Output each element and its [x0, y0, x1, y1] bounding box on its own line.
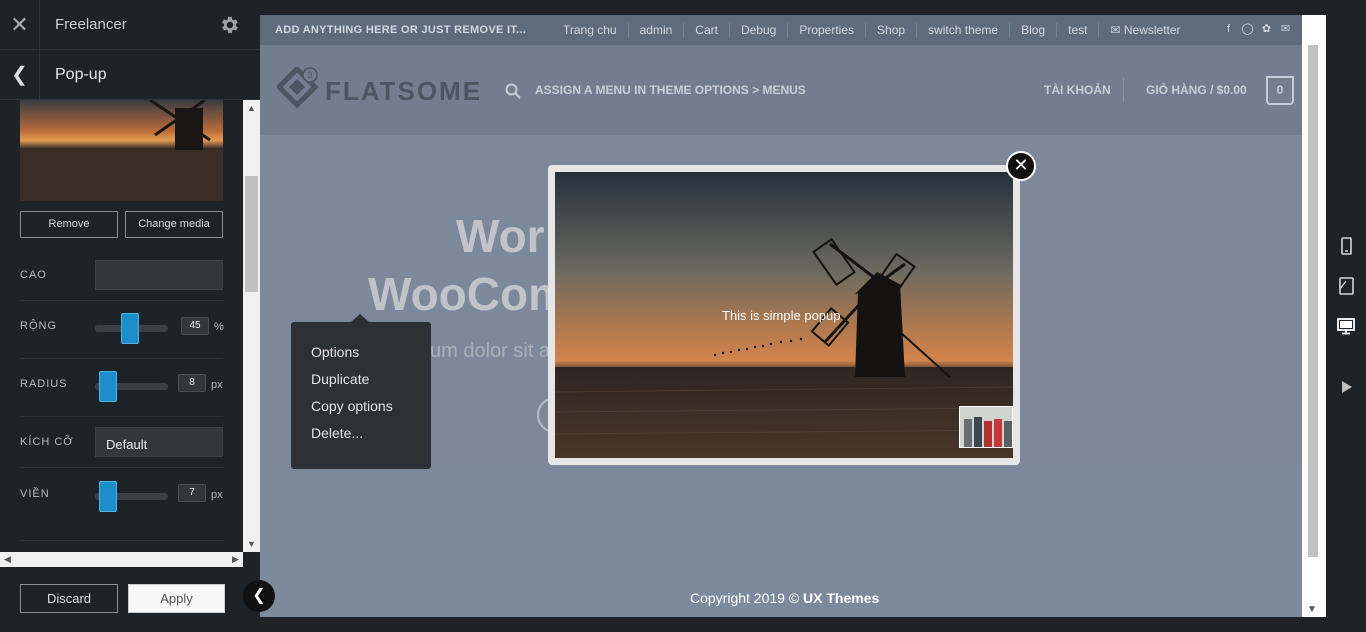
scrollbar-thumb[interactable] [1308, 45, 1318, 557]
copyright: Copyright 2019 © UX Themes [690, 590, 879, 606]
envelope-icon: ✉ [1110, 23, 1124, 37]
panel-horizontal-scrollbar[interactable]: ◀ ▶ [0, 552, 243, 567]
back-icon[interactable]: ❮ [0, 50, 40, 100]
copyright-brand[interactable]: UX Themes [803, 590, 879, 606]
nav-item[interactable]: Debug [730, 23, 789, 37]
cao-label: CAO [20, 269, 47, 281]
hero-subtitle: sum dolor sit a [420, 340, 551, 362]
menu-item-duplicate[interactable]: Duplicate [291, 372, 431, 399]
nav-item[interactable]: Shop [866, 23, 918, 37]
nav-label: Newsletter [1123, 23, 1181, 37]
menu-item-delete[interactable]: Delete... [291, 426, 431, 453]
apply-button[interactable]: Apply [128, 584, 225, 613]
kichco-select[interactable]: Default [95, 427, 223, 457]
scroll-left-icon[interactable]: ◀ [0, 552, 15, 567]
email-icon[interactable]: ✉ [1279, 23, 1292, 36]
vien-slider-handle[interactable] [99, 481, 117, 512]
popup-close-icon[interactable]: ✕ [1006, 151, 1036, 181]
kichco-label: KÍCH CỠ [20, 436, 74, 448]
change-media-button[interactable]: Change media [125, 211, 223, 238]
photo-thumbnail [959, 406, 1013, 448]
device-toolbar [1326, 0, 1366, 632]
builder-panel: ✕ Freelancer ❮ Pop-up Remove Change medi… [0, 0, 260, 632]
vien-unit: px [211, 489, 223, 501]
rong-slider-handle[interactable] [121, 313, 139, 344]
radius-slider-handle[interactable] [99, 371, 117, 402]
app-title: Freelancer [55, 16, 127, 33]
rong-value[interactable]: 45 [181, 317, 209, 335]
copyright-prefix: Copyright 2019 © [690, 590, 800, 606]
cao-input[interactable] [95, 260, 223, 290]
popup-text: This is simple popup [722, 308, 841, 323]
scroll-right-icon[interactable]: ▶ [228, 552, 243, 567]
desktop-icon[interactable] [1337, 317, 1355, 335]
radius-unit: px [211, 379, 223, 391]
logo[interactable]: 3 FLATSOME [275, 65, 480, 111]
gear-icon[interactable] [218, 14, 240, 36]
nav-item[interactable]: Trang chu [555, 23, 629, 37]
context-menu: Options Duplicate Copy options Delete... [291, 314, 431, 469]
nav-item[interactable]: Cart [684, 23, 730, 37]
nav-item[interactable]: switch theme [917, 23, 1011, 37]
play-icon[interactable] [1337, 378, 1355, 396]
collapse-panel-icon[interactable]: ❮ [243, 580, 275, 612]
panel-subheader: ❮ Pop-up [0, 50, 260, 100]
nav-item-newsletter[interactable]: ✉ Newsletter [1099, 23, 1191, 37]
scroll-down-icon[interactable]: ▼ [1307, 604, 1317, 615]
popup-modal[interactable]: This is simple popup [548, 165, 1020, 465]
promo-text: ADD ANYTHING HERE OR JUST REMOVE IT... [275, 24, 527, 36]
close-icon[interactable]: ✕ [0, 0, 40, 50]
popup-image: This is simple popup [555, 172, 1013, 458]
social-icons: f ◯ ✿ ✉ [1222, 23, 1292, 36]
twitter-icon[interactable]: ✿ [1260, 23, 1273, 36]
remove-button[interactable]: Remove [20, 211, 118, 238]
media-preview [20, 100, 223, 201]
vien-label: VIỀN [20, 488, 50, 500]
divider [20, 540, 223, 541]
facebook-icon[interactable]: f [1222, 23, 1235, 36]
nav-item[interactable]: test [1057, 23, 1100, 37]
divider [1123, 78, 1124, 102]
divider [20, 467, 223, 468]
nav-item[interactable]: admin [629, 23, 685, 37]
panel-vertical-scrollbar[interactable]: ▲ ▼ [243, 100, 260, 552]
logo-badge: 3 [307, 70, 312, 80]
panel-header: ✕ Freelancer [0, 0, 260, 50]
site-header: 3 FLATSOME ASSIGN A MENU IN THEME OPTION… [260, 45, 1302, 135]
account-link[interactable]: TÀI KHOẢN [1044, 83, 1111, 97]
nav-item[interactable]: Blog [1010, 23, 1058, 37]
top-bar: ADD ANYTHING HERE OR JUST REMOVE IT... T… [260, 15, 1302, 45]
nav-item[interactable]: Properties [788, 23, 867, 37]
vien-value[interactable]: 7 [178, 484, 206, 502]
cart-link[interactable]: GIỎ HÀNG / $0.00 [1146, 83, 1247, 97]
mobile-icon[interactable] [1337, 237, 1355, 255]
logo-icon: 3 [275, 65, 319, 109]
menu-item-options[interactable]: Options [291, 345, 431, 372]
instagram-icon[interactable]: ◯ [1241, 23, 1254, 36]
menu-item-copy-options[interactable]: Copy options [291, 399, 431, 426]
assign-menu-link[interactable]: ASSIGN A MENU IN THEME OPTIONS > MENUS [535, 83, 806, 97]
discard-button[interactable]: Discard [20, 584, 118, 613]
tablet-icon[interactable] [1337, 277, 1355, 295]
top-nav: Trang chu admin Cart Debug Properties Sh… [555, 15, 1192, 45]
scroll-up-icon[interactable]: ▲ [243, 100, 260, 116]
radius-value[interactable]: 8 [178, 374, 206, 392]
logo-text: FLATSOME [325, 76, 483, 106]
scroll-down-icon[interactable]: ▼ [243, 536, 260, 552]
radius-label: RADIUS [20, 378, 68, 390]
rong-label: RỘNG [20, 320, 57, 332]
divider [20, 416, 223, 417]
divider [20, 300, 223, 301]
rong-unit: % [214, 321, 224, 333]
section-title: Pop-up [55, 66, 107, 83]
scrollbar-thumb[interactable] [245, 176, 258, 292]
preview-scrollbar[interactable]: ▼ [1302, 15, 1326, 617]
search-icon[interactable] [505, 83, 521, 99]
divider [20, 358, 223, 359]
cart-count-icon[interactable]: 0 [1266, 76, 1294, 105]
